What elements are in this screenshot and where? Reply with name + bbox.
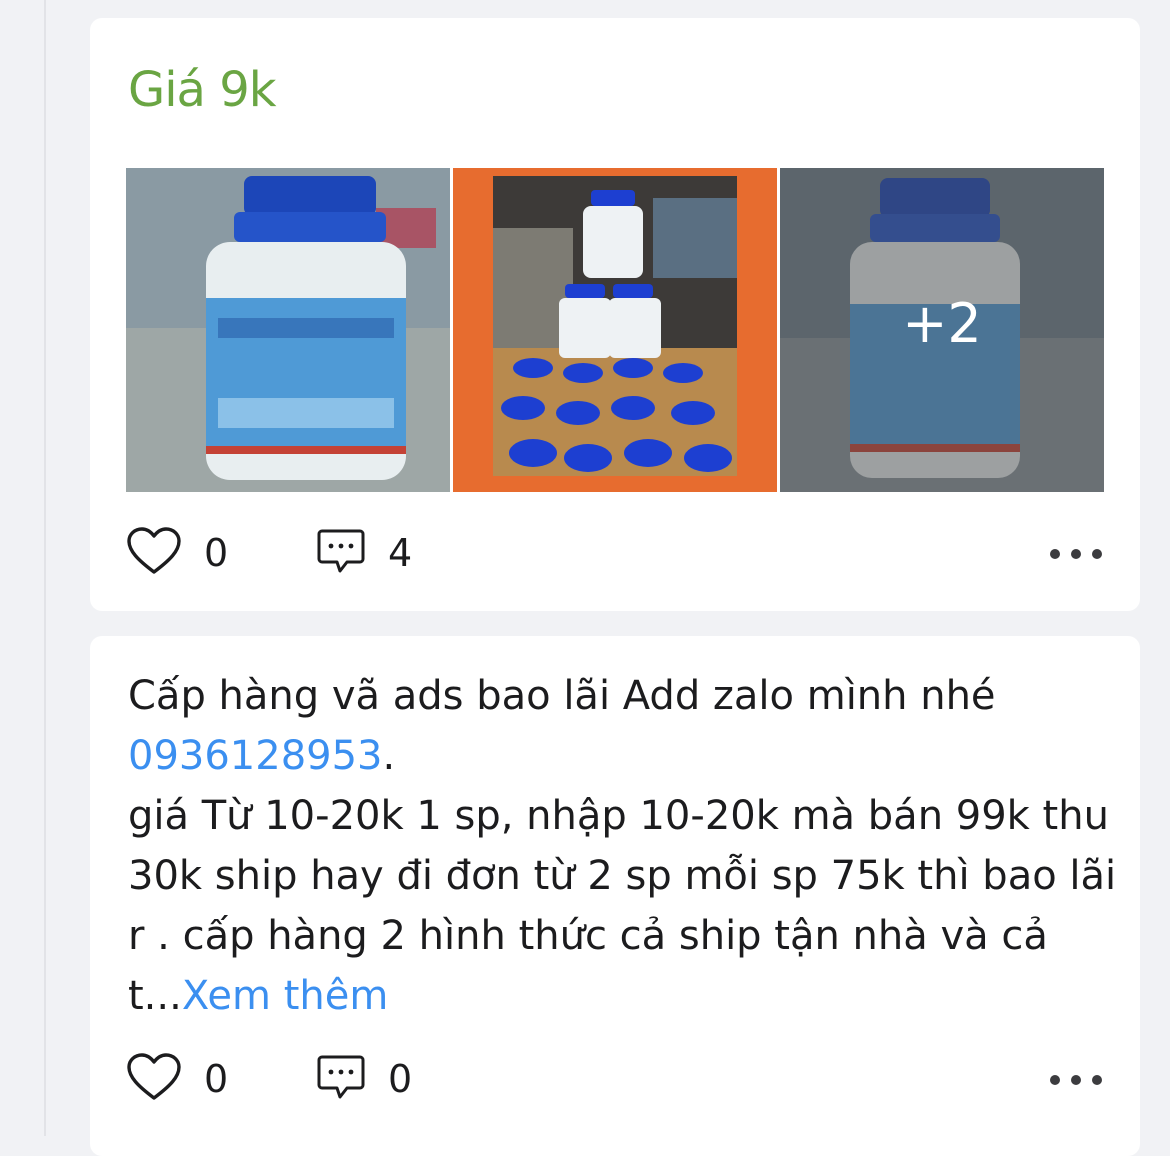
heart-icon — [126, 526, 182, 581]
product-bottle-photo[interactable] — [126, 168, 450, 492]
dot-icon — [1050, 549, 1060, 559]
dot-icon — [1050, 1075, 1060, 1085]
post-text-line: Cấp hàng vã ads bao lãi Add zalo mình nh… — [128, 673, 996, 719]
post-body: Cấp hàng vã ads bao lãi Add zalo mình nh… — [128, 666, 1118, 1026]
post-card: Giá 9k +2 0 4 — [90, 18, 1140, 611]
comment-count: 0 — [388, 1057, 413, 1101]
dot-icon — [1092, 1075, 1102, 1085]
comment-icon — [316, 526, 366, 581]
post-actions: 0 4 — [126, 523, 1104, 583]
comment-count: 4 — [388, 531, 413, 575]
more-options-button[interactable] — [1050, 1063, 1104, 1093]
post-title: Giá 9k — [128, 62, 277, 118]
like-button[interactable]: 0 — [126, 1049, 228, 1109]
like-count: 0 — [204, 531, 229, 575]
post-actions: 0 0 — [126, 1049, 1104, 1109]
more-options-button[interactable] — [1050, 537, 1104, 567]
dot-icon — [1071, 1075, 1081, 1085]
product-boxes-photo[interactable] — [453, 168, 777, 492]
heart-icon — [126, 1052, 182, 1107]
comment-icon — [316, 1052, 366, 1107]
dot-icon — [1071, 549, 1081, 559]
see-more-link[interactable]: Xem thêm — [182, 973, 389, 1019]
dot-icon — [1092, 549, 1102, 559]
product-bottle-photo[interactable]: +2 — [780, 168, 1104, 492]
post-text-punct: . — [382, 733, 396, 779]
more-photos-count: +2 — [902, 292, 982, 355]
like-count: 0 — [204, 1057, 229, 1101]
post-card: Cấp hàng vã ads bao lãi Add zalo mình nh… — [90, 636, 1140, 1156]
comment-button[interactable]: 4 — [316, 523, 412, 583]
timeline-rail — [44, 0, 46, 1136]
photo-gallery: +2 — [126, 168, 1104, 492]
phone-link[interactable]: 0936128953 — [128, 733, 383, 779]
comment-button[interactable]: 0 — [316, 1049, 412, 1109]
like-button[interactable]: 0 — [126, 523, 228, 583]
